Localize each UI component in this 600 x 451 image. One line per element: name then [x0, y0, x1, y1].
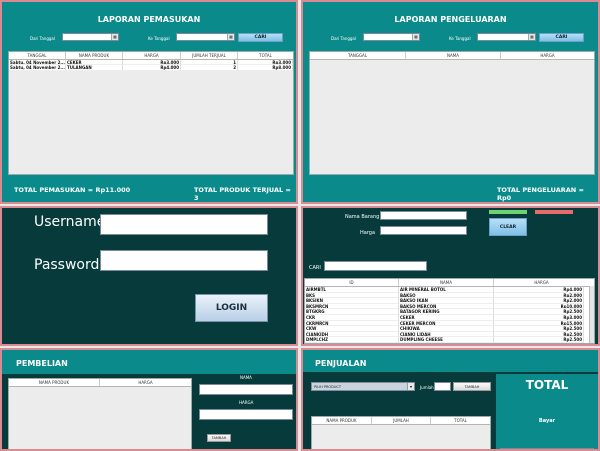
column-header[interactable]: HARGA	[100, 379, 191, 386]
password-input[interactable]	[100, 250, 268, 271]
penjualan-window: PENJUALAN PILIH PRODUCT ▾ Jumlah TAMBAH …	[301, 348, 600, 451]
ke-tanggal-field[interactable]: ▦	[176, 33, 235, 41]
laporan-pemasukan-window: LAPORAN PEMASUKAN Dari Tanggal ▦ Ke Tang…	[0, 0, 298, 204]
table-row[interactable]: DMPLCHZ DUMPLING CHEESE Rp2.500	[305, 337, 594, 343]
laporan-pengeluaran-window: LAPORAN PENGELUARAN Dari Tanggal ▦ Ke Ta…	[301, 0, 600, 204]
calendar-icon[interactable]: ▦	[412, 34, 419, 40]
table-header: NAMA PRODUK HARGA	[9, 379, 191, 387]
total-panel: TOTAL Bayar	[496, 374, 598, 449]
table-cell: DMPLCHZ	[305, 337, 399, 343]
total-pengeluaran: TOTAL PENGELUARAN = Rp0	[497, 186, 584, 202]
harga-label: Harga	[360, 230, 376, 236]
pengeluaran-title: LAPORAN PENGELUARAN	[394, 15, 507, 24]
table-cell: Sabtu, 04 November 2...	[9, 65, 66, 71]
cari-input[interactable]	[324, 261, 427, 271]
penjualan-table: NAMA PRODUK JUMLAH TOTAL	[311, 416, 491, 449]
pembelian-table: NAMA PRODUK HARGA	[8, 378, 192, 449]
dari-tanggal-field[interactable]: ▦	[363, 33, 420, 41]
vertical-scrollbar[interactable]	[589, 286, 594, 343]
column-header[interactable]: HARGA	[123, 52, 181, 59]
nama-barang-label: Nama Barang	[345, 214, 380, 220]
column-header[interactable]: NAMA	[406, 52, 501, 59]
nama-barang-input[interactable]	[380, 211, 467, 220]
table-cell: 2	[181, 65, 238, 71]
table-cell: Rp8.000	[238, 65, 293, 71]
column-header[interactable]: HARGA	[494, 279, 589, 286]
desktop: LAPORAN PEMASUKAN Dari Tanggal ▦ Ke Tang…	[0, 0, 600, 451]
jumlah-input[interactable]	[434, 382, 451, 391]
penjualan-title: PENJUALAN	[315, 359, 367, 368]
table-header: NAMA PRODUK JUMLAH TOTAL	[312, 417, 490, 425]
barang-table: ID NAMA HARGA AIRMBTL AIR MINERAL BOTOL Rp…	[304, 278, 595, 344]
status-bar-green	[489, 210, 527, 214]
tambah-button[interactable]: TAMBAH	[207, 434, 231, 442]
bayar-label: Bayar	[538, 418, 556, 424]
dari-tanggal-field[interactable]: ▦	[62, 33, 119, 41]
table-cell: DUMPLING CHEESE	[399, 337, 494, 343]
table-header: TANGGAL NAMA PRODUK HARGA JUMLAH TERJUAL…	[9, 52, 293, 60]
clear-button[interactable]: CLEAR	[489, 218, 527, 236]
password-label: Password	[34, 257, 100, 273]
calendar-icon[interactable]: ▦	[111, 34, 118, 40]
chevron-down-icon[interactable]: ▾	[407, 383, 414, 390]
username-label: Username	[34, 214, 106, 230]
pembelian-window: PEMBELIAN NAMA PRODUK HARGA NAMA HARGA T…	[0, 348, 298, 451]
total-pemasukan: TOTAL PEMASUKAN = Rp11.000	[14, 186, 131, 194]
table-header: ID NAMA HARGA	[305, 279, 594, 287]
calendar-icon[interactable]: ▦	[528, 34, 535, 40]
dari-tanggal-label: Dari Tanggal	[30, 36, 55, 41]
username-input[interactable]	[100, 214, 268, 235]
jumlah-label: Jumlah	[420, 385, 434, 390]
table-header: TANGGAL NAMA HARGA	[310, 52, 594, 60]
status-bar-red	[535, 210, 573, 214]
table-row[interactable]: Sabtu, 04 November 2... TULANGAN Rp4.000…	[9, 65, 293, 71]
column-header[interactable]: NAMA PRODUK	[312, 417, 372, 424]
pemasukan-table: TANGGAL NAMA PRODUK HARGA JUMLAH TERJUAL…	[8, 51, 294, 175]
tambah-button[interactable]: TAMBAH	[453, 382, 491, 391]
nama-label: NAMA	[240, 375, 252, 380]
ke-tanggal-label: Ke Tanggal	[148, 36, 170, 41]
dari-tanggal-label: Dari Tanggal	[331, 36, 356, 41]
pemasukan-title: LAPORAN PEMASUKAN	[97, 15, 201, 24]
pembelian-title: PEMBELIAN	[16, 359, 68, 368]
column-header[interactable]: JUMLAH	[372, 417, 431, 424]
column-header[interactable]: TANGGAL	[310, 52, 406, 59]
harga-label: HARGA	[239, 400, 254, 405]
column-header[interactable]: JUMLAH TERJUAL	[181, 52, 238, 59]
column-header[interactable]: HARGA	[501, 52, 594, 59]
ke-tanggal-label: Ke Tanggal	[449, 36, 471, 41]
column-header[interactable]: NAMA	[399, 279, 494, 286]
table-cell: Rp4.000	[123, 65, 181, 71]
calendar-icon[interactable]: ▦	[227, 34, 234, 40]
cari-label: CARI	[309, 265, 321, 271]
total-label: TOTAL	[525, 378, 569, 392]
nama-input[interactable]	[199, 384, 293, 395]
harga-input[interactable]	[199, 409, 293, 420]
column-header[interactable]: TOTAL	[238, 52, 293, 59]
column-header[interactable]: TANGGAL	[9, 52, 66, 59]
data-barang-window: Nama Barang Harga CLEAR CARI ID NAMA HAR…	[301, 206, 600, 346]
column-header[interactable]: NAMA PRODUK	[66, 52, 123, 59]
login-button[interactable]: LOGIN	[195, 294, 268, 322]
column-header[interactable]: TOTAL	[431, 417, 490, 424]
product-select[interactable]: PILIH PRODUCT ▾	[311, 382, 415, 391]
harga-input[interactable]	[380, 226, 467, 235]
product-select-value: PILIH PRODUCT	[314, 385, 342, 389]
column-header[interactable]: NAMA PRODUK	[9, 379, 100, 386]
cari-button[interactable]: CARI	[539, 33, 584, 42]
barang-rows: AIRMBTL AIR MINERAL BOTOL Rp4.000 BKS BAKSO R…	[305, 287, 594, 343]
login-window: Username Password LOGIN	[0, 206, 298, 346]
pengeluaran-table: TANGGAL NAMA HARGA	[309, 51, 595, 175]
ke-tanggal-field[interactable]: ▦	[477, 33, 536, 41]
cari-button[interactable]: CARI	[238, 33, 283, 42]
column-header[interactable]: ID	[305, 279, 399, 286]
table-cell: Rp2.500	[494, 337, 584, 343]
total-produk-terjual: TOTAL PRODUK TERJUAL = 3	[194, 186, 291, 202]
table-cell: TULANGAN	[66, 65, 123, 71]
